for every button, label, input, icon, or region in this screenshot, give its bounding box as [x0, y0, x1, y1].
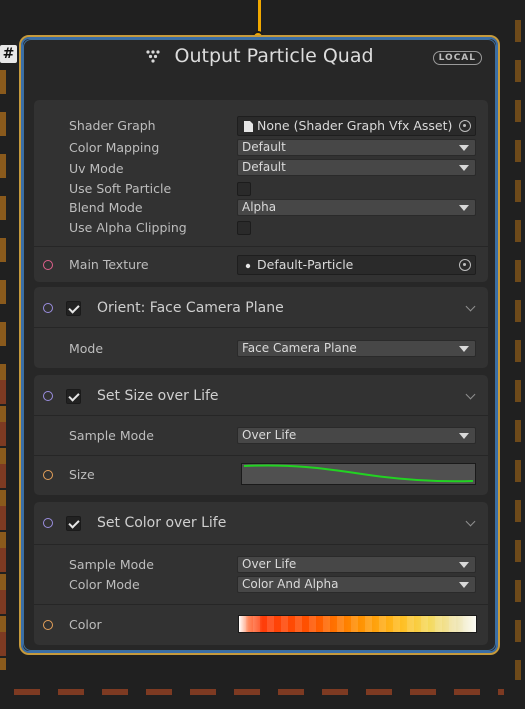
size-activation-port[interactable]: [43, 391, 53, 401]
orient-mode-row: Mode Face Camera Plane: [34, 339, 488, 359]
size-sample-mode-row: Sample Mode Over Life: [34, 426, 488, 446]
color-activation-port[interactable]: [43, 518, 53, 528]
particle-output-icon: [146, 50, 161, 63]
use-alpha-clipping-label: Use Alpha Clipping: [69, 220, 187, 235]
main-texture-value: Default-Particle: [257, 257, 354, 272]
settings-divider: [34, 246, 488, 247]
uv-mode-row: Uv Mode Default: [34, 159, 488, 179]
orient-block-header[interactable]: Orient: Face Camera Plane: [34, 287, 488, 327]
blend-mode-dropdown[interactable]: Alpha: [237, 199, 476, 216]
space-local-badge[interactable]: LOCAL: [432, 51, 482, 65]
system-border-right: [515, 20, 521, 680]
uv-mode-value: Default: [242, 160, 286, 174]
size-port[interactable]: [43, 470, 53, 480]
color-block[interactable]: Set Color over Life Sample Mode Over Lif…: [34, 502, 488, 645]
use-soft-particle-checkbox[interactable]: [237, 182, 251, 196]
color-block-header[interactable]: Set Color over Life: [34, 502, 488, 542]
dropdown-arrow-icon: [459, 582, 469, 588]
use-alpha-clipping-checkbox[interactable]: [237, 221, 251, 235]
size-curve-field[interactable]: [241, 463, 476, 485]
dropdown-arrow-icon: [459, 562, 469, 568]
orient-block-title: Orient: Face Camera Plane: [97, 300, 284, 316]
color-sample-mode-dropdown[interactable]: Over Life: [237, 556, 476, 573]
color-gradient-row: Color: [34, 615, 488, 635]
system-border-bottom: [14, 689, 504, 695]
texture-icon: [245, 263, 251, 269]
color-port[interactable]: [43, 620, 53, 630]
dropdown-arrow-icon: [459, 433, 469, 439]
color-sample-mode-value: Over Life: [242, 557, 297, 571]
color-enabled-checkbox[interactable]: [66, 516, 81, 531]
dropdown-arrow-icon: [459, 145, 469, 151]
color-divider: [34, 544, 488, 545]
shader-graph-label: Shader Graph: [69, 118, 156, 133]
main-texture-port[interactable]: [43, 260, 53, 270]
use-soft-particle-row: Use Soft Particle: [34, 179, 488, 199]
object-picker-icon[interactable]: [459, 259, 471, 271]
blend-mode-label: Blend Mode: [69, 200, 143, 215]
flow-connection: [258, 0, 261, 34]
color-mode-dropdown[interactable]: Color And Alpha: [237, 576, 476, 593]
orient-activation-port[interactable]: [43, 303, 53, 313]
color-sample-mode-label: Sample Mode: [69, 557, 154, 572]
color-divider-2: [34, 604, 488, 605]
size-divider-2: [34, 455, 488, 456]
size-curve-row: Size: [34, 463, 488, 485]
orient-divider: [34, 327, 488, 328]
size-sample-mode-label: Sample Mode: [69, 428, 154, 443]
orient-mode-label: Mode: [69, 341, 104, 356]
orient-mode-dropdown[interactable]: Face Camera Plane: [237, 340, 476, 357]
blend-mode-value: Alpha: [242, 200, 277, 214]
size-sample-mode-value: Over Life: [242, 428, 297, 442]
uv-mode-label: Uv Mode: [69, 161, 124, 176]
color-mode-row: Color Mode Color And Alpha: [34, 575, 488, 595]
main-texture-label: Main Texture: [69, 257, 149, 272]
chevron-down-icon[interactable]: [465, 516, 476, 527]
color-mapping-label: Color Mapping: [69, 140, 160, 155]
blend-mode-row: Blend Mode Alpha: [34, 198, 488, 218]
size-block-title: Set Size over Life: [97, 388, 219, 404]
color-label: Color: [69, 617, 102, 632]
chevron-down-icon[interactable]: [465, 301, 476, 312]
use-alpha-clipping-row: Use Alpha Clipping: [34, 218, 488, 238]
output-particle-quad-node[interactable]: Output Particle Quad LOCAL Shader Graph …: [19, 35, 500, 655]
object-picker-icon[interactable]: [459, 120, 471, 132]
orient-enabled-checkbox[interactable]: [66, 301, 81, 316]
main-texture-field[interactable]: Default-Particle: [237, 255, 476, 275]
settings-block: Shader Graph None (Shader Graph Vfx Asse…: [34, 100, 488, 282]
system-hash-badge[interactable]: #: [0, 45, 17, 63]
color-mode-label: Color Mode: [69, 577, 140, 592]
size-label: Size: [69, 467, 95, 482]
use-soft-particle-label: Use Soft Particle: [69, 181, 172, 196]
size-divider: [34, 415, 488, 416]
size-curve: [243, 464, 474, 483]
color-mode-value: Color And Alpha: [242, 577, 339, 591]
dropdown-arrow-icon: [459, 205, 469, 211]
color-mapping-value: Default: [242, 140, 286, 154]
color-block-title: Set Color over Life: [97, 515, 227, 531]
node-title-row: Output Particle Quad: [21, 45, 498, 75]
size-sample-mode-dropdown[interactable]: Over Life: [237, 427, 476, 444]
node-title: Output Particle Quad: [174, 45, 374, 67]
shader-graph-value: None (Shader Graph Vfx Asset): [257, 118, 453, 133]
uv-mode-dropdown[interactable]: Default: [237, 159, 476, 176]
color-sample-mode-row: Sample Mode Over Life: [34, 555, 488, 575]
file-icon: [244, 121, 253, 132]
color-mapping-row: Color Mapping Default: [34, 138, 488, 158]
main-texture-row: Main Texture Default-Particle: [34, 255, 488, 275]
size-enabled-checkbox[interactable]: [66, 389, 81, 404]
size-block[interactable]: Set Size over Life Sample Mode Over Life…: [34, 375, 488, 495]
orient-block[interactable]: Orient: Face Camera Plane Mode Face Came…: [34, 287, 488, 368]
size-block-header[interactable]: Set Size over Life: [34, 375, 488, 415]
gradient-checker: [239, 616, 476, 632]
dropdown-arrow-icon: [459, 165, 469, 171]
orient-mode-value: Face Camera Plane: [242, 341, 357, 355]
system-border-left-lower: [0, 380, 6, 660]
dropdown-arrow-icon: [459, 346, 469, 352]
color-gradient-field[interactable]: [238, 615, 477, 633]
color-mapping-dropdown[interactable]: Default: [237, 139, 476, 156]
shader-graph-row: Shader Graph None (Shader Graph Vfx Asse…: [34, 116, 488, 136]
chevron-down-icon[interactable]: [465, 389, 476, 400]
shader-graph-field[interactable]: None (Shader Graph Vfx Asset): [237, 116, 476, 136]
